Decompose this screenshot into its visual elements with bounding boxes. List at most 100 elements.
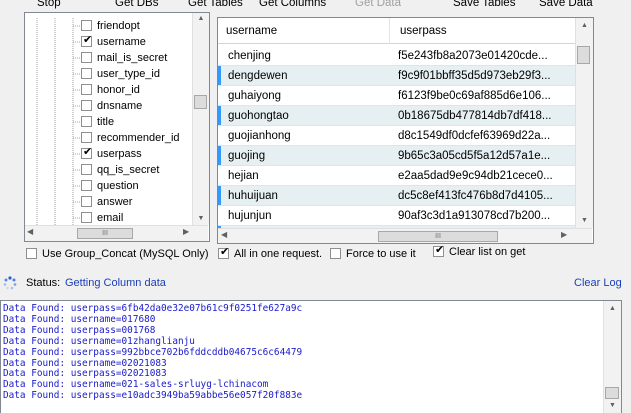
- scroll-left-icon[interactable]: ◀: [27, 227, 33, 236]
- scroll-down-icon[interactable]: ▼: [193, 213, 209, 225]
- tree-item-checkbox[interactable]: [81, 132, 92, 143]
- column-header-userpass[interactable]: userpass: [390, 18, 575, 44]
- log-output[interactable]: Data Found: userpass=6fb42da0e32e07b61c9…: [0, 300, 622, 413]
- tree-item-label: friendopt: [97, 20, 140, 32]
- tree-item-checkbox[interactable]: [81, 212, 92, 223]
- log-line: Data Found: userpass=02021083: [3, 368, 167, 380]
- tree-item[interactable]: email: [25, 210, 195, 226]
- get-columns-button[interactable]: Get Columns: [259, 0, 326, 10]
- tree-item-checkbox[interactable]: [81, 196, 92, 207]
- cell-userpass: f5e243fb8a2073e01420cde...: [398, 50, 548, 62]
- tree-vertical-scrollbar[interactable]: ▲ ▼: [192, 13, 209, 225]
- cell-username: hujunjun: [228, 210, 272, 222]
- column-header-username[interactable]: username: [218, 18, 390, 44]
- grid-hscroll-thumb[interactable]: III: [378, 231, 498, 242]
- cell-userpass: e2aa5dad9e9c94db21cece0...: [398, 170, 553, 182]
- use-group-concat-checkbox[interactable]: [26, 248, 37, 259]
- table-row[interactable]: huhuijuan dc5c8ef413fc476b8d7d4105...: [218, 186, 575, 206]
- checkmark-icon: ✔: [220, 246, 230, 258]
- tree-item-checkbox[interactable]: ✔: [81, 34, 92, 47]
- tree-item-checkbox[interactable]: ✔: [81, 146, 92, 159]
- tree-item-checkbox[interactable]: [81, 68, 92, 79]
- save-tables-button[interactable]: Save Tables: [453, 0, 515, 10]
- all-in-one-checkbox[interactable]: ✔: [218, 246, 230, 259]
- tree-item[interactable]: title: [25, 114, 195, 130]
- tree-item-checkbox[interactable]: [81, 84, 92, 95]
- tree-item[interactable]: question: [25, 178, 195, 194]
- tree-item-checkbox[interactable]: [81, 100, 92, 111]
- table-row[interactable]: guhaiyong f6123f9be0c69af885d6e106...: [218, 86, 575, 106]
- cell-userpass: 0b18675db477814db7df418...: [398, 110, 552, 122]
- row-selection-marker: [218, 66, 221, 85]
- tree-scroll-thumb[interactable]: [194, 95, 207, 109]
- tree-item-checkbox[interactable]: [81, 52, 92, 63]
- tree-item-checkbox[interactable]: [81, 20, 92, 31]
- table-row[interactable]: chenjing f5e243fb8a2073e01420cde...: [218, 46, 575, 66]
- table-row[interactable]: guojing 9b65c3a05cd5f5a12d57a1e...: [218, 146, 575, 166]
- tree-item-checkbox[interactable]: [81, 180, 92, 191]
- scroll-up-icon[interactable]: ▲: [604, 303, 621, 315]
- get-tables-button[interactable]: Get Tables: [188, 0, 243, 10]
- tree-connector-lines: [36, 82, 81, 98]
- force-to-use-label: Force to use it: [346, 248, 416, 260]
- tree-item[interactable]: dnsname: [25, 98, 195, 114]
- tree-item-label: dnsname: [97, 100, 143, 112]
- cell-userpass: d8c1549df0dcfef63969d22a...: [398, 130, 551, 142]
- table-row[interactable]: guohongtao 0b18675db477814db7df418...: [218, 106, 575, 126]
- tree-horizontal-scrollbar[interactable]: ◀ III ▶: [25, 225, 208, 241]
- table-row[interactable]: guojianhong d8c1549df0dcfef63969d22a...: [218, 126, 575, 146]
- cell-username: hejian: [228, 170, 259, 182]
- grid-scroll-thumb[interactable]: [577, 46, 590, 64]
- loading-spinner-icon: [3, 276, 17, 290]
- tree-connector-lines: [36, 178, 81, 194]
- tree-connector-lines: [36, 114, 81, 130]
- data-grid[interactable]: username userpass chenjing f5e243fb8a2073…: [217, 17, 594, 244]
- row-selection-marker: [218, 146, 221, 165]
- tree-item-checkbox[interactable]: [81, 116, 92, 127]
- cell-username: guojianhong: [228, 130, 291, 142]
- scroll-down-icon[interactable]: ▼: [576, 215, 593, 227]
- cell-userpass: dc5c8ef413fc476b8d7d4105...: [398, 190, 553, 202]
- tree-item[interactable]: qq_is_secret: [25, 162, 195, 178]
- tree-hscroll-thumb[interactable]: III: [77, 228, 133, 239]
- tree-item-checkbox[interactable]: [81, 164, 92, 175]
- table-row[interactable]: dengdewen f9c9f01bbff35d5d973eb29f3...: [218, 66, 575, 86]
- table-row[interactable]: hejian e2aa5dad9e9c94db21cece0...: [218, 166, 575, 186]
- tree-item-label: honor_id: [97, 84, 140, 96]
- scroll-left-icon[interactable]: ◀: [221, 230, 227, 239]
- force-to-use-checkbox[interactable]: [330, 248, 341, 259]
- tree-connector-lines: [36, 50, 81, 66]
- get-data-button[interactable]: Get Data: [355, 0, 401, 10]
- scroll-up-icon[interactable]: ▲: [193, 13, 209, 25]
- log-vertical-scrollbar[interactable]: ▲ ▼: [603, 301, 621, 413]
- log-scroll-thumb[interactable]: [605, 387, 619, 399]
- grid-vertical-scrollbar[interactable]: ▲ ▼: [575, 18, 593, 228]
- tree-item[interactable]: honor_id: [25, 82, 195, 98]
- tree-item[interactable]: friendopt: [25, 18, 195, 34]
- stop-button[interactable]: Stop: [37, 0, 61, 10]
- scroll-right-icon[interactable]: ▶: [561, 230, 567, 239]
- tree-item[interactable]: user_type_id: [25, 66, 195, 82]
- column-tree[interactable]: friendopt ✔ username mail_is_secret user_typ…: [24, 12, 210, 242]
- clear-list-checkbox[interactable]: ✔: [433, 244, 444, 257]
- tree-item[interactable]: recommender_id: [25, 130, 195, 146]
- table-row[interactable]: hujunjun 90af3c3d1a913078cd7b200...: [218, 206, 575, 226]
- status-value: Getting Column data: [65, 277, 166, 289]
- tree-connector-lines: [36, 130, 81, 146]
- cell-username: guojing: [228, 150, 266, 162]
- scroll-right-icon[interactable]: ▶: [183, 227, 189, 236]
- scroll-up-icon[interactable]: ▲: [576, 20, 593, 32]
- save-data-button[interactable]: Save Data: [539, 0, 593, 10]
- scroll-down-icon[interactable]: ▼: [604, 400, 621, 412]
- tree-item[interactable]: answer: [25, 194, 195, 210]
- clear-log-link[interactable]: Clear Log: [574, 277, 622, 289]
- tree-item[interactable]: ✔ userpass: [25, 146, 195, 162]
- tree-item-label: user_type_id: [97, 68, 160, 80]
- cell-userpass: 90af3c3d1a913078cd7b200...: [398, 210, 551, 222]
- tree-item[interactable]: mail_is_secret: [25, 50, 195, 66]
- grid-horizontal-scrollbar[interactable]: ◀ III ▶: [218, 228, 592, 243]
- tree-item[interactable]: ✔ username: [25, 34, 195, 50]
- get-dbs-button[interactable]: Get DBs: [115, 0, 158, 10]
- log-line: Data Found: userpass=992bbce702b6fddcddb…: [3, 346, 303, 358]
- all-in-one-label: All in one request.: [234, 248, 323, 260]
